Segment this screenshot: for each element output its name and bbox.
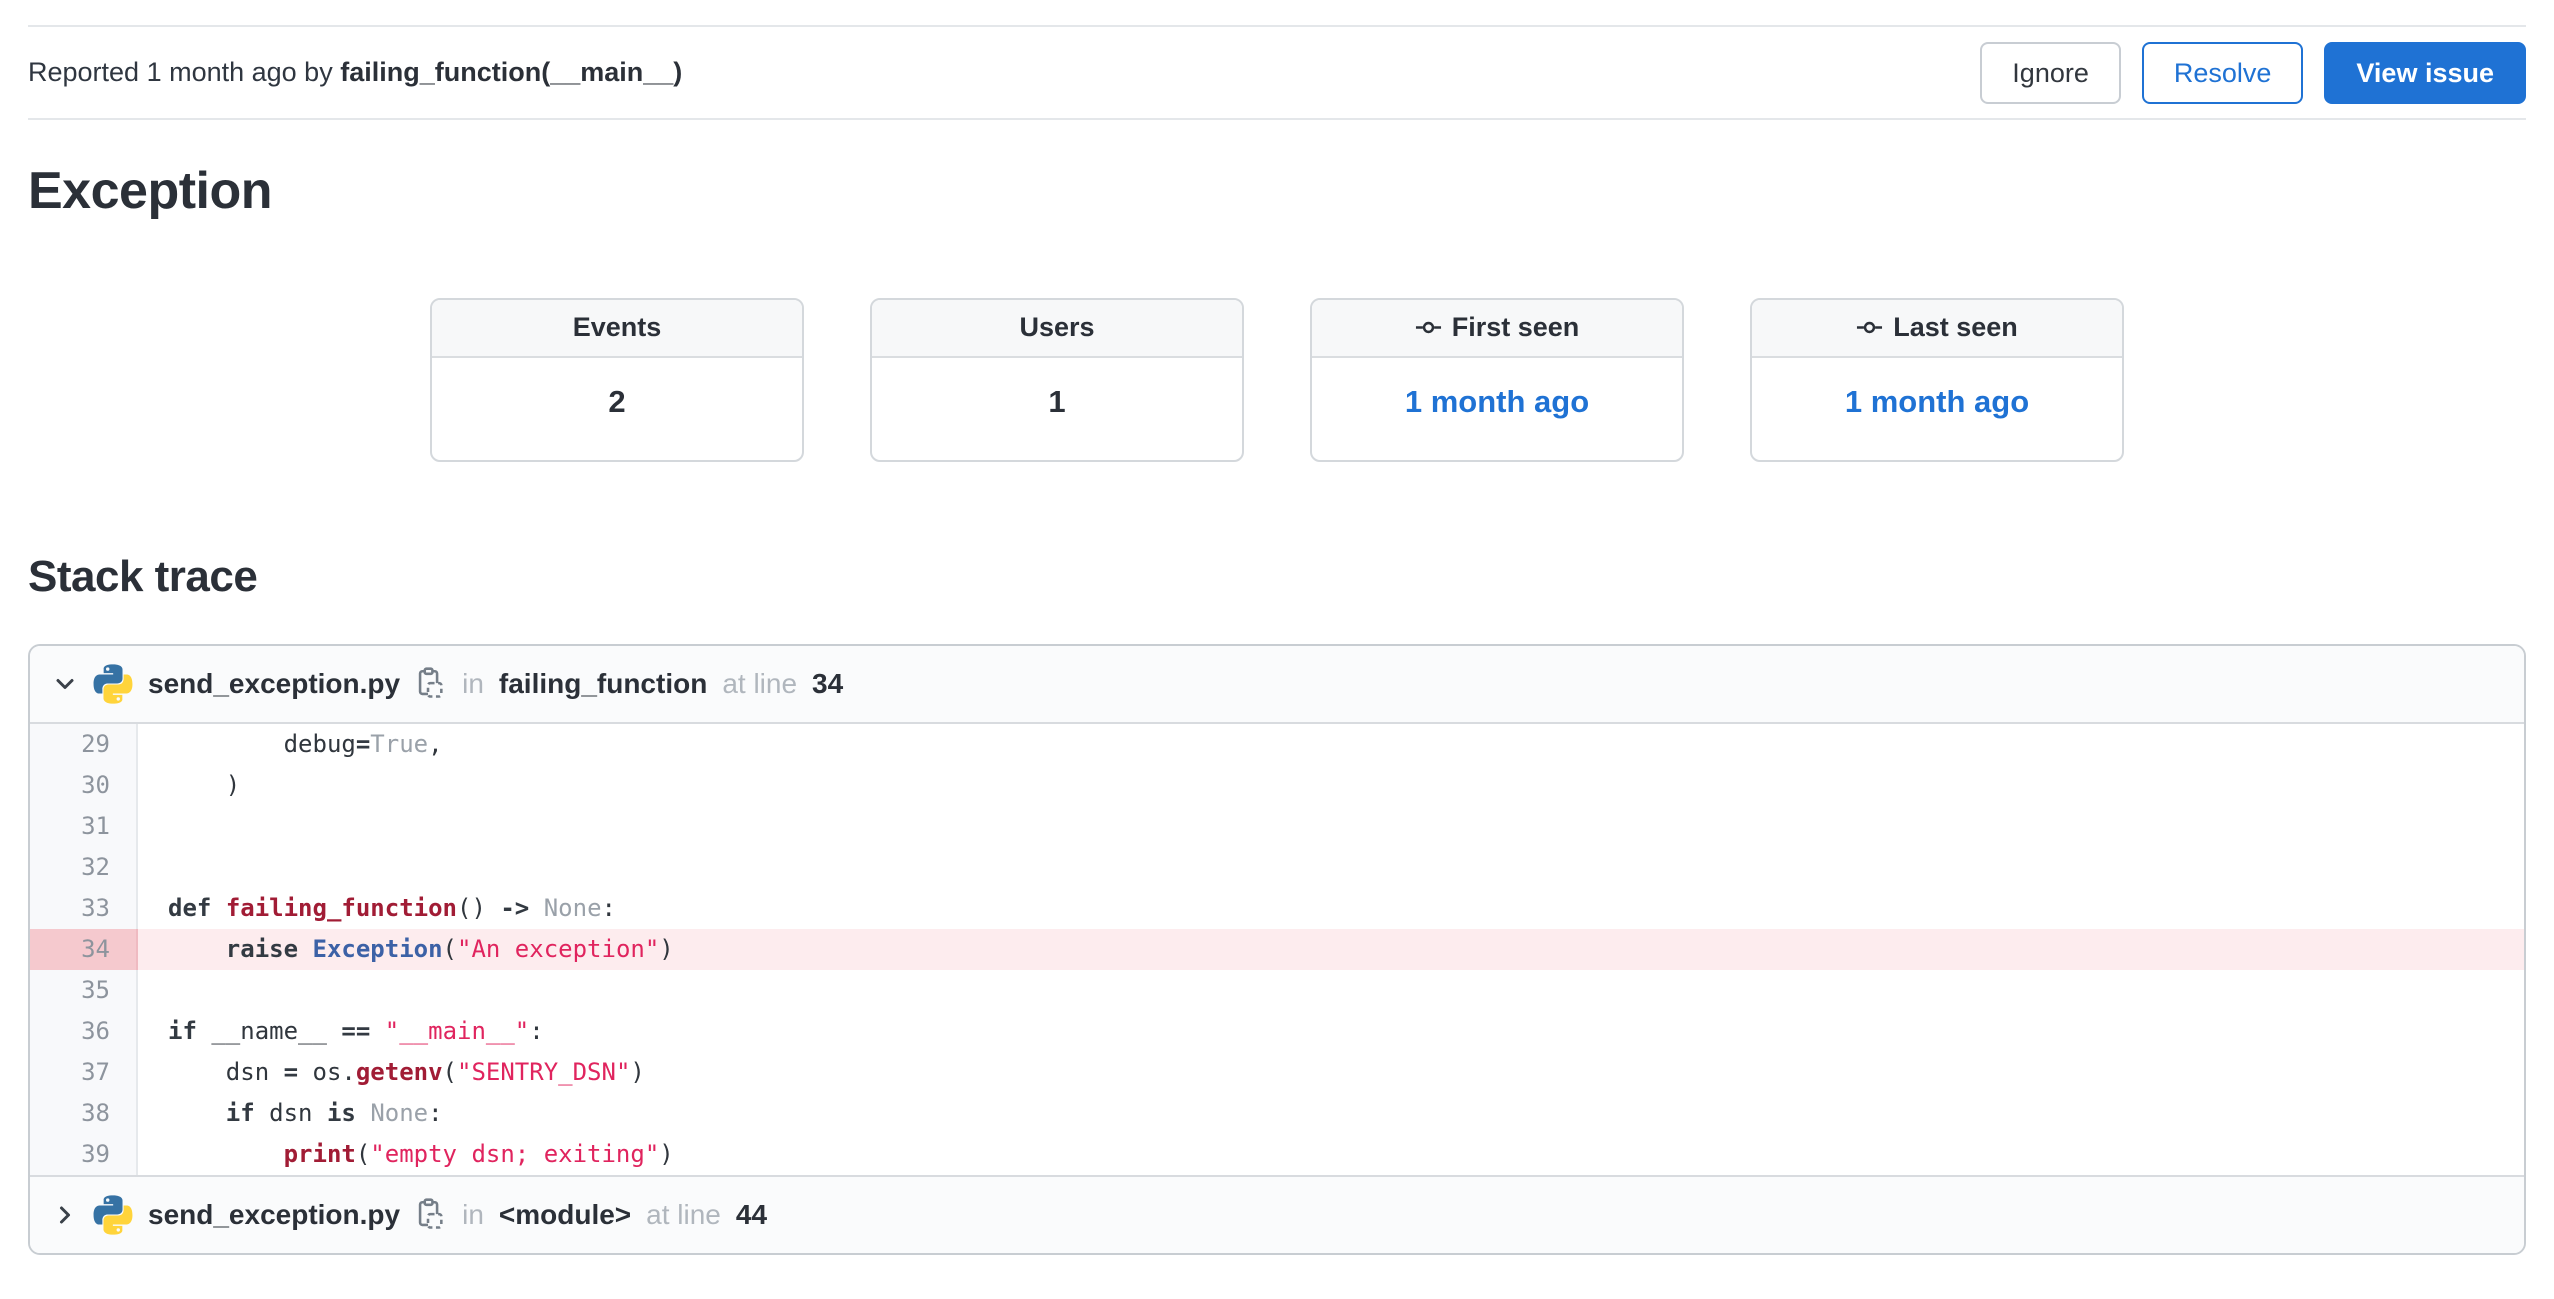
report-header-bar: Reported 1 month ago by failing_function… (28, 25, 2526, 120)
line-number: 38 (30, 1093, 138, 1135)
code-text: dsn = os.getenv("SENTRY_DSN") (168, 1058, 645, 1087)
line-number: 32 (30, 847, 138, 889)
first-seen-link[interactable]: 1 month ago (1312, 358, 1682, 460)
line-number: 33 (30, 888, 138, 930)
python-icon (93, 664, 133, 705)
stat-card-header: Events (432, 299, 802, 358)
exception-report-page: Reported 1 month ago by failing_function… (0, 25, 2554, 1256)
copy-icon[interactable] (413, 665, 447, 703)
code-line-34-highlighted: 34 raise Exception("An exception") (30, 929, 2524, 971)
code-line-30: 30 ) (30, 765, 2524, 807)
frame-at-line-label: at line (646, 1199, 721, 1231)
resolve-button[interactable]: Resolve (2141, 41, 2304, 104)
issue-actions: Ignore Resolve View issue (1980, 41, 2526, 104)
line-number: 30 (30, 765, 138, 807)
chevron-right-icon (52, 1202, 78, 1228)
code-line-31: 31 (30, 806, 2524, 848)
stat-card-label: First seen (1451, 312, 1580, 343)
commit-icon (1856, 314, 1883, 341)
chevron-down-icon (52, 671, 78, 697)
line-number: 37 (30, 1052, 138, 1094)
code-line-39: 39 print("empty dsn; exiting") (30, 1134, 2524, 1176)
copy-icon[interactable] (413, 1196, 447, 1234)
stack-trace-title: Stack trace (28, 551, 258, 601)
frame-in-label: in (462, 668, 484, 700)
stat-card-events: Events 2 (430, 297, 804, 462)
line-number: 34 (30, 929, 138, 971)
code-text: debug=True, (168, 730, 443, 759)
code-text: if __name__ == "__main__": (168, 1017, 544, 1046)
code-line-37: 37 dsn = os.getenv("SENTRY_DSN") (30, 1052, 2524, 1094)
ignore-button[interactable]: Ignore (1980, 41, 2121, 104)
page-title: Exception (28, 162, 273, 220)
reported-meta: Reported 1 month ago by failing_function… (28, 57, 682, 88)
line-number: 29 (30, 724, 138, 766)
line-number: 35 (30, 970, 138, 1012)
code-line-38: 38 if dsn is None: (30, 1093, 2524, 1135)
stat-card-header: First seen (1312, 299, 1682, 358)
frame-in-label: in (462, 1199, 484, 1231)
frame-filename: send_exception.py (148, 1199, 401, 1231)
commit-icon (1415, 314, 1442, 341)
reporter-name: failing_function(__main__) (340, 57, 683, 87)
stats-row: Events 2 Users 1 First seen 1 month ago … (28, 297, 2526, 462)
code-text: ) (168, 771, 241, 800)
code-text: print("empty dsn; exiting") (283, 1140, 674, 1169)
stat-card-label: Events (572, 312, 662, 343)
line-number: 31 (30, 806, 138, 848)
stack-frame-header-collapsed[interactable]: send_exception.py in <module> at line 44 (30, 1175, 2524, 1254)
stat-card-users: Users 1 (870, 297, 1244, 462)
frame-line-number: 34 (812, 668, 844, 700)
stat-card-header: Users (872, 299, 1242, 358)
code-text: def failing_function() -> None: (168, 894, 616, 923)
stat-card-header: Last seen (1752, 299, 2122, 358)
code-text: if dsn is None: (225, 1099, 443, 1128)
view-issue-button[interactable]: View issue (2324, 41, 2526, 104)
code-line-33: 33 def failing_function() -> None: (30, 888, 2524, 930)
code-line-36: 36 if __name__ == "__main__": (30, 1011, 2524, 1053)
stat-card-label: Last seen (1893, 312, 2018, 343)
code-line-35: 35 (30, 970, 2524, 1012)
line-number: 39 (30, 1134, 138, 1176)
code-block: 29 debug=True, 30 ) 31 32 33 def failing_func… (30, 724, 2524, 1176)
stat-card-label: Users (1019, 312, 1095, 343)
events-count: 2 (608, 383, 626, 419)
stat-card-last-seen: Last seen 1 month ago (1750, 297, 2124, 462)
frame-line-number: 44 (735, 1199, 768, 1231)
code-line-29: 29 debug=True, (30, 724, 2524, 766)
line-number: 36 (30, 1011, 138, 1053)
reported-prefix: Reported 1 month ago by (28, 57, 333, 87)
frame-function: failing_function (498, 668, 708, 700)
last-seen-link[interactable]: 1 month ago (1752, 358, 2122, 460)
frame-filename: send_exception.py (148, 668, 401, 700)
code-text: raise Exception("An exception") (138, 929, 2524, 971)
frame-at-line-label: at line (722, 668, 798, 700)
stack-trace-container: send_exception.py in failing_function at… (28, 644, 2526, 1256)
code-line-32: 32 (30, 847, 2524, 889)
stat-card-first-seen: First seen 1 month ago (1310, 297, 1684, 462)
python-icon (93, 1195, 133, 1236)
stack-frame-header-expanded[interactable]: send_exception.py in failing_function at… (30, 646, 2524, 725)
frame-function: <module> (498, 1199, 632, 1231)
users-count: 1 (1048, 383, 1066, 419)
